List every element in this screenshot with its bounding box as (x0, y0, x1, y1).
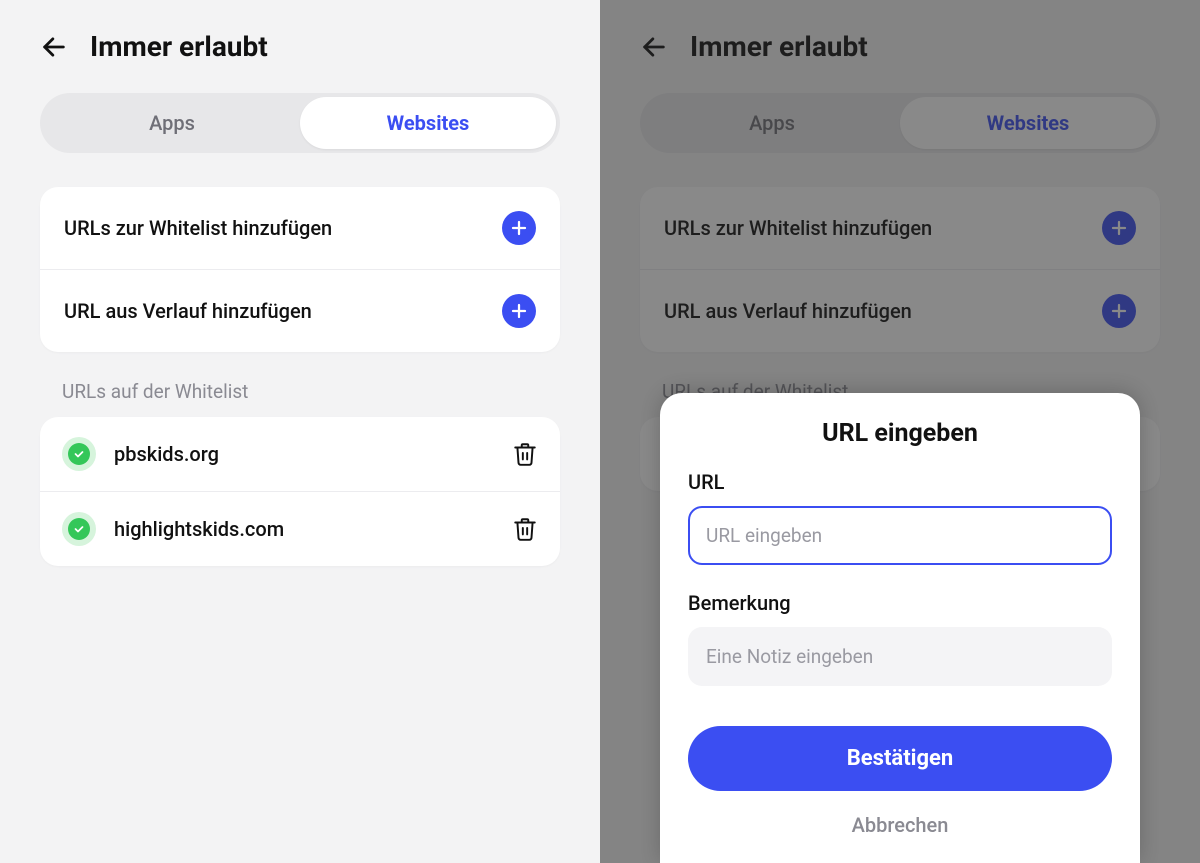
screen-whitelist-modal: Immer erlaubt Apps Websites URLs zur Whi… (600, 0, 1200, 863)
tab-websites[interactable]: Websites (300, 97, 556, 149)
tab-apps[interactable]: Apps (44, 97, 300, 149)
note-field-label: Bemerkung (688, 591, 1112, 615)
header: Immer erlaubt (40, 30, 560, 63)
whitelist-url: pbskids.org (114, 442, 494, 466)
url-field-label: URL (688, 470, 1112, 494)
back-icon[interactable] (40, 33, 68, 61)
trash-icon[interactable] (512, 516, 538, 542)
url-input[interactable] (688, 506, 1112, 565)
check-icon (62, 437, 96, 471)
whitelist-list: pbskids.org highlightskids.com (40, 417, 560, 566)
url-entry-sheet: URL eingeben URL Bemerkung Bestätigen Ab… (660, 393, 1140, 863)
whitelist-section-label: URLs auf der Whitelist (62, 380, 560, 403)
add-to-whitelist-label: URLs zur Whitelist hinzufügen (64, 216, 332, 240)
cancel-button[interactable]: Abbrechen (688, 791, 1112, 843)
plus-icon[interactable] (502, 211, 536, 245)
whitelist-actions-card: URLs zur Whitelist hinzufügen URL aus Ve… (40, 187, 560, 352)
check-icon (62, 512, 96, 546)
add-from-history-row[interactable]: URL aus Verlauf hinzufügen (40, 269, 560, 352)
add-to-whitelist-row[interactable]: URLs zur Whitelist hinzufügen (40, 187, 560, 269)
add-from-history-label: URL aus Verlauf hinzufügen (64, 299, 312, 323)
note-input[interactable] (688, 627, 1112, 686)
page-title: Immer erlaubt (90, 30, 268, 63)
whitelist-url: highlightskids.com (114, 517, 494, 541)
sheet-title: URL eingeben (688, 419, 1112, 448)
list-item: pbskids.org (40, 417, 560, 491)
screen-whitelist: Immer erlaubt Apps Websites URLs zur Whi… (0, 0, 600, 863)
plus-icon[interactable] (502, 294, 536, 328)
list-item: highlightskids.com (40, 491, 560, 566)
confirm-button[interactable]: Bestätigen (688, 726, 1112, 791)
trash-icon[interactable] (512, 441, 538, 467)
tab-switcher: Apps Websites (40, 93, 560, 153)
